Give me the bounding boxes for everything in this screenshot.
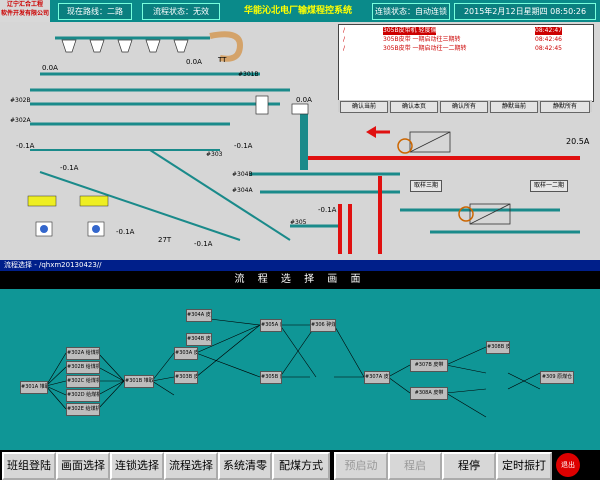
system-reset-button[interactable]: 系统清零	[218, 452, 272, 480]
flow-node[interactable]: #309 原煤仓	[540, 371, 574, 384]
flow-window-title: 流程选择 - /qhxm20130423//	[4, 261, 102, 269]
flow-node[interactable]: #301A 堆取料机	[20, 381, 48, 394]
flow-node[interactable]: #307B 皮带	[410, 359, 448, 372]
flow-node[interactable]: #302C 给煤机	[66, 375, 100, 388]
current-reading: 0.0A	[186, 58, 202, 66]
screen-select-button[interactable]: 画面选择	[56, 452, 110, 480]
logo-line-2: 软件开发有限公司	[0, 10, 49, 17]
flow-node[interactable]: #305B 皮带	[260, 371, 282, 384]
label-304a: #304A	[232, 187, 253, 194]
alarm-button-bar: 确认当前 确认本页 确认所有 静默当前 静默所有	[338, 100, 592, 113]
mute-all-button[interactable]: 静默所有	[540, 101, 590, 113]
exit-button[interactable]: 退出	[556, 453, 580, 477]
mute-current-button[interactable]: 静默当前	[490, 101, 538, 113]
current-reading: 0.0A	[42, 64, 58, 72]
label-tt: TT	[217, 56, 227, 64]
ack-all-button[interactable]: 确认所有	[440, 101, 488, 113]
program-start-button[interactable]: 程启	[388, 452, 442, 480]
program-stop-button[interactable]: 程停	[442, 452, 496, 480]
sampling-phase3-button[interactable]: 取样三期	[410, 180, 442, 192]
system-title: 华能沁北电厂输煤程控系统	[243, 6, 352, 16]
flow-node[interactable]: #302A 给煤机	[66, 347, 100, 360]
interlock-select-button[interactable]: 连锁选择	[110, 452, 164, 480]
flow-node[interactable]: #307A 皮带	[364, 371, 390, 384]
alarm-row[interactable]: / 305B皮带机 轻度偏 08:42:47	[339, 27, 593, 35]
flow-node[interactable]: #302E 给煤机	[66, 403, 100, 416]
flow-window-titlebar[interactable]: 流程选择 - /qhxm20130423//	[0, 260, 600, 271]
timed-rapping-button[interactable]: 定时振打	[496, 452, 552, 480]
company-logo: 辽宁汇合工程 软件开发有限公司	[0, 0, 50, 22]
flow-node[interactable]: #304B 皮带	[186, 333, 212, 346]
current-reading: 20.5A	[566, 137, 590, 146]
flow-node[interactable]: #304A 皮带	[186, 309, 212, 322]
label-302b: #302B	[10, 97, 31, 104]
current-reading: 0.0A	[296, 96, 312, 104]
label-305: #305	[290, 219, 307, 226]
label-302a: #302A	[10, 117, 31, 124]
label-304b: #304B	[232, 171, 253, 178]
label-301b: #301B	[238, 71, 259, 78]
datetime-display: 2015年2月12日星期四 08:50:26	[454, 3, 596, 20]
route-status: 现在路线：二路	[58, 3, 132, 20]
pre-start-button[interactable]: 预启动	[334, 452, 388, 480]
sampling-phase12-button[interactable]: 取样一二期	[530, 180, 568, 192]
current-reading: -0.1A	[318, 206, 337, 214]
label-27t: 27T	[158, 236, 172, 244]
flow-node[interactable]: #308B 皮带	[486, 341, 510, 354]
flow-header: 流 程 选 择 画 面	[0, 271, 600, 289]
current-reading: -0.1A	[194, 240, 213, 248]
linkage-status: 连锁状态：自动连锁	[372, 3, 450, 20]
current-reading: -0.1A	[60, 164, 79, 172]
logo-line-1: 辽宁汇合工程	[6, 1, 43, 8]
flow-node[interactable]: #305A 皮带	[260, 319, 282, 332]
top-status-bar: 辽宁汇合工程 软件开发有限公司 现在路线：二路 流程状态：无效 华能沁北电厂输煤…	[0, 0, 600, 22]
current-reading: -0.1A	[116, 228, 135, 236]
flow-node[interactable]: #303B 皮带	[174, 371, 198, 384]
flow-node[interactable]: #301B 堆取料机	[124, 375, 154, 388]
ack-current-button[interactable]: 确认当前	[340, 101, 388, 113]
alarm-panel: / 305B皮带机 轻度偏 08:42:47 / 305B皮带 一期启动往三期转…	[338, 24, 594, 102]
label-303: #303	[206, 151, 223, 158]
flow-node[interactable]: #308A 皮带	[410, 387, 448, 400]
ack-page-button[interactable]: 确认本页	[390, 101, 438, 113]
flow-node[interactable]: #302D 给煤机	[66, 389, 100, 402]
coal-mix-mode-button[interactable]: 配煤方式	[272, 452, 330, 480]
current-reading: -0.1A	[16, 142, 35, 150]
team-login-button[interactable]: 班组登陆	[2, 452, 56, 480]
alarm-row[interactable]: / 305B皮带 一期启动往三期转 08:42:46	[339, 36, 593, 44]
flow-node[interactable]: #303A 皮带	[174, 347, 198, 360]
alarm-row[interactable]: / 305B皮带 一期启动往一二期转 08:42:45	[339, 45, 593, 53]
flow-node[interactable]: #306 碎煤机	[310, 319, 336, 332]
flow-select-button[interactable]: 流程选择	[164, 452, 218, 480]
function-button-bar: 班组登陆 画面选择 连锁选择 流程选择 系统清零 配煤方式 预启动 程启 程停 …	[0, 450, 600, 480]
flow-node[interactable]: #302B 给煤机	[66, 361, 100, 374]
process-status: 流程状态：无效	[142, 3, 220, 20]
current-reading: -0.1A	[234, 142, 253, 150]
